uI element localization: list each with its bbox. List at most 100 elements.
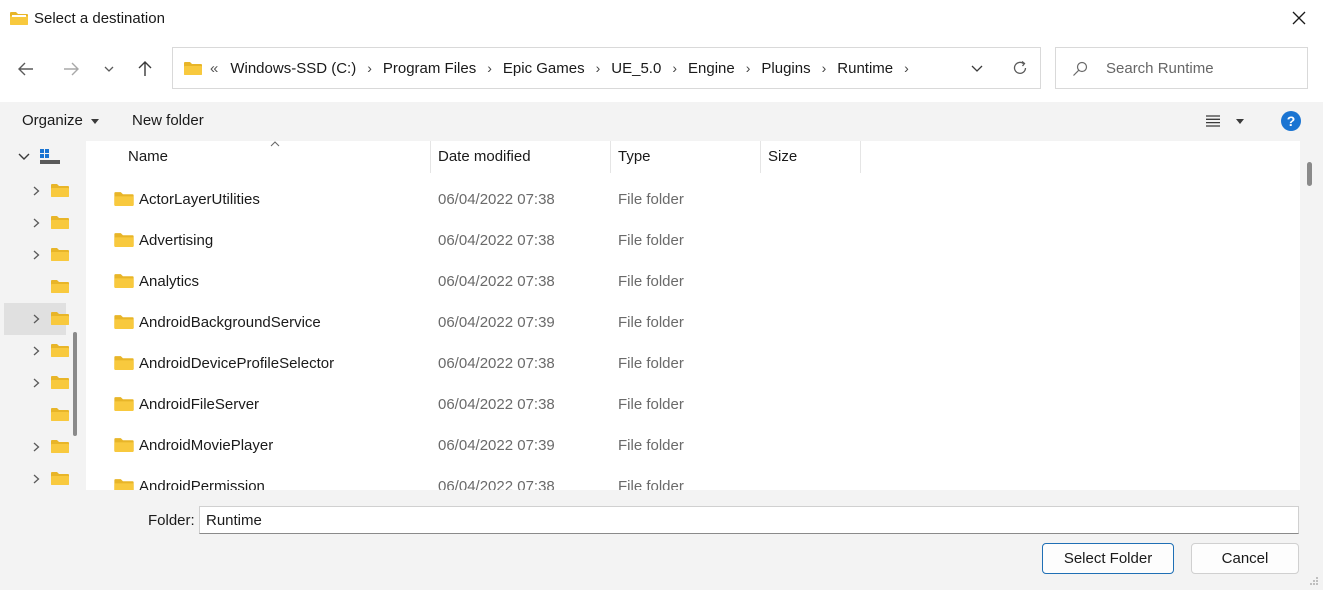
nav-tree-item-selected[interactable]: [4, 303, 69, 335]
column-header-name[interactable]: Name: [128, 148, 168, 165]
view-options-button[interactable]: [1199, 107, 1227, 135]
file-name: ActorLayerUtilities: [139, 191, 260, 208]
file-type: File folder: [618, 478, 684, 490]
chevron-right-icon[interactable]: [33, 378, 40, 388]
resize-grip-icon[interactable]: [1309, 576, 1319, 586]
file-type: File folder: [618, 314, 684, 331]
folder-icon: [51, 280, 69, 293]
file-name: AndroidBackgroundService: [139, 314, 321, 331]
column-divider[interactable]: [430, 141, 431, 173]
select-folder-button[interactable]: Select Folder: [1042, 543, 1174, 574]
breadcrumb-item-runtime[interactable]: Runtime: [837, 60, 893, 77]
column-header-date[interactable]: Date modified: [438, 148, 531, 165]
chevron-down-icon[interactable]: [18, 153, 30, 161]
chevron-down-icon: [104, 66, 114, 72]
folder-icon: [114, 479, 134, 490]
nav-tree-item[interactable]: [0, 175, 69, 207]
breadcrumb-item-drive[interactable]: Windows-SSD (C:): [230, 60, 356, 77]
nav-tree-item[interactable]: [0, 207, 69, 239]
nav-tree-item[interactable]: [0, 367, 69, 399]
chevron-right-icon[interactable]: [33, 474, 40, 484]
breadcrumb-item-ue[interactable]: UE_5.0: [611, 60, 661, 77]
chevron-right-icon[interactable]: [33, 250, 40, 260]
table-row[interactable]: Analytics 06/04/2022 07:38 File folder: [86, 260, 1300, 301]
refresh-button[interactable]: [1006, 54, 1034, 82]
column-divider[interactable]: [760, 141, 761, 173]
table-row[interactable]: AndroidDeviceProfileSelector 06/04/2022 …: [86, 342, 1300, 383]
folder-label: Folder:: [148, 512, 195, 529]
chevron-right-icon[interactable]: [33, 442, 40, 452]
folder-icon: [51, 376, 69, 389]
folder-icon: [114, 233, 134, 247]
column-divider[interactable]: [860, 141, 861, 173]
chevron-right-icon[interactable]: ›: [367, 60, 372, 76]
recent-locations-button[interactable]: [95, 55, 123, 83]
file-name: AndroidDeviceProfileSelector: [139, 355, 335, 372]
nav-tree-item[interactable]: [0, 335, 69, 367]
folder-name-input[interactable]: [199, 506, 1299, 534]
arrow-right-icon: [64, 62, 79, 76]
table-row[interactable]: AndroidMoviePlayer 06/04/2022 07:39 File…: [86, 424, 1300, 465]
search-input[interactable]: Search Runtime: [1106, 60, 1214, 77]
file-name: AndroidMoviePlayer: [139, 437, 274, 454]
table-row[interactable]: Advertising 06/04/2022 07:38 File folder: [86, 219, 1300, 260]
up-button[interactable]: [131, 55, 159, 83]
folder-icon: [51, 216, 69, 229]
table-row[interactable]: AndroidBackgroundService 06/04/2022 07:3…: [86, 301, 1300, 342]
chevron-right-icon[interactable]: [33, 218, 40, 228]
organize-button[interactable]: Organize: [22, 112, 100, 129]
folder-icon: [51, 248, 69, 261]
help-icon: ?: [1281, 111, 1301, 131]
folder-icon: [51, 408, 69, 421]
chevron-right-icon[interactable]: ›: [822, 60, 827, 76]
folder-icon: [51, 344, 69, 357]
table-row[interactable]: ActorLayerUtilities 06/04/2022 07:38 Fil…: [86, 178, 1300, 219]
nav-tree-item[interactable]: [0, 431, 69, 463]
table-row[interactable]: AndroidFileServer 06/04/2022 07:38 File …: [86, 383, 1300, 424]
computer-icon[interactable]: [40, 149, 60, 165]
new-folder-button[interactable]: New folder: [132, 112, 204, 129]
chevron-right-icon[interactable]: [33, 346, 40, 356]
nav-tree-item[interactable]: [0, 239, 69, 271]
column-divider[interactable]: [610, 141, 611, 173]
folder-icon: [10, 12, 28, 25]
column-header-size[interactable]: Size: [768, 148, 797, 165]
table-row[interactable]: AndroidPermission 06/04/2022 07:38 File …: [86, 465, 1300, 490]
breadcrumb-item-epic-games[interactable]: Epic Games: [503, 60, 585, 77]
chevron-right-icon[interactable]: ›: [596, 60, 601, 76]
file-date: 06/04/2022 07:39: [438, 437, 555, 454]
cancel-button[interactable]: Cancel: [1191, 543, 1299, 574]
forward-button[interactable]: [57, 55, 85, 83]
chevron-right-icon[interactable]: [33, 186, 40, 196]
folder-icon: [114, 438, 134, 452]
folder-icon: [114, 356, 134, 370]
chevron-right-icon[interactable]: [33, 314, 40, 324]
chevron-right-icon[interactable]: ›: [672, 60, 677, 76]
breadcrumb-overflow[interactable]: «: [210, 60, 218, 77]
back-button[interactable]: [12, 55, 40, 83]
breadcrumb-item-plugins[interactable]: Plugins: [761, 60, 810, 77]
scrollbar-thumb[interactable]: [1307, 162, 1312, 186]
title-bar: [0, 0, 1323, 38]
close-button[interactable]: [1285, 4, 1313, 32]
folder-icon: [51, 184, 69, 197]
breadcrumb-item-engine[interactable]: Engine: [688, 60, 735, 77]
file-list-scrollbar[interactable]: [1300, 141, 1323, 490]
navigation-scrollbar[interactable]: [73, 332, 77, 436]
view-menu-button[interactable]: [1226, 107, 1254, 135]
folder-icon: [51, 440, 69, 453]
nav-tree-item[interactable]: [0, 399, 69, 431]
column-header-type[interactable]: Type: [618, 148, 651, 165]
file-date: 06/04/2022 07:38: [438, 232, 555, 249]
help-button[interactable]: ?: [1277, 107, 1305, 135]
caret-down-icon: [1236, 118, 1244, 124]
chevron-right-icon[interactable]: ›: [746, 60, 751, 76]
address-history-button[interactable]: [963, 54, 991, 82]
chevron-right-icon[interactable]: ›: [904, 60, 909, 76]
chevron-right-icon[interactable]: ›: [487, 60, 492, 76]
breadcrumb-item-program-files[interactable]: Program Files: [383, 60, 476, 77]
nav-tree-item[interactable]: [0, 463, 69, 490]
nav-tree-item[interactable]: [0, 271, 69, 303]
close-icon: [1292, 11, 1306, 25]
folder-icon: [114, 397, 134, 411]
